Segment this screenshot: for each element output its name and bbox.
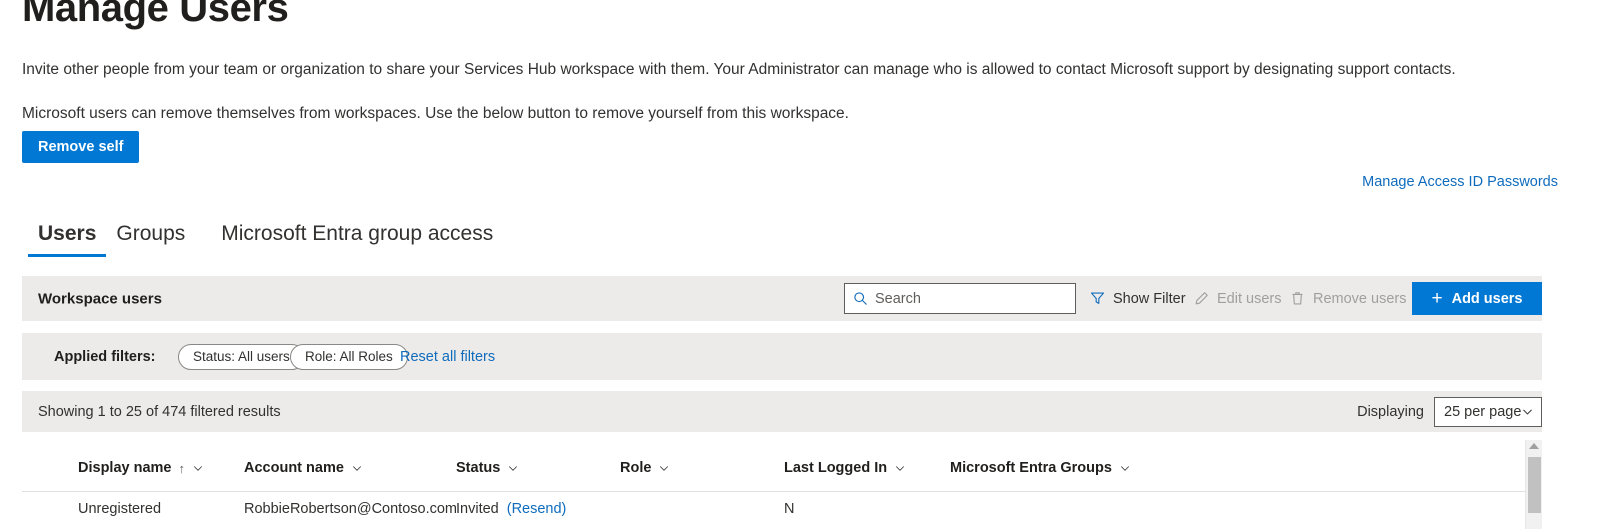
cell-display-name: Unregistered (78, 501, 162, 517)
plus-icon: + (1431, 288, 1443, 309)
column-header-status[interactable]: Status (456, 460, 519, 476)
manage-users-page: Manage Users Invite other people from yo… (0, 0, 1622, 529)
column-header-display-name-label: Display name (78, 460, 172, 476)
paging-bar: Showing 1 to 25 of 474 filtered results … (22, 391, 1542, 432)
remove-users-button: Remove users (1290, 291, 1406, 307)
cell-account-name: RobbieRobertson@Contoso.com (244, 501, 457, 517)
chevron-down-icon (1119, 462, 1131, 474)
add-users-button[interactable]: + Add users (1412, 282, 1542, 315)
page-title: Manage Users (22, 0, 289, 30)
intro-paragraph-2: Microsoft users can remove themselves fr… (22, 105, 849, 122)
remove-users-label: Remove users (1313, 290, 1407, 307)
chevron-down-icon (658, 462, 670, 474)
trash-icon (1290, 291, 1305, 306)
table-vertical-scrollbar[interactable] (1525, 440, 1542, 529)
remove-self-button[interactable]: Remove self (22, 131, 140, 163)
column-header-role[interactable]: Role (620, 460, 670, 476)
show-filter-button[interactable]: Show Filter (1090, 291, 1186, 307)
pencil-icon (1194, 291, 1209, 306)
column-header-last-logged-in[interactable]: Last Logged In (784, 460, 906, 476)
column-header-display-name[interactable]: Display name ↑ (78, 460, 204, 476)
status-badge: Invited (456, 501, 499, 517)
column-header-microsoft-entra-groups-label: Microsoft Entra Groups (950, 460, 1112, 476)
edit-users-button: Edit users (1194, 291, 1281, 307)
showing-results-text: Showing 1 to 25 of 474 filtered results (38, 403, 281, 420)
applied-filters-bar: Applied filters: Status: All users Role:… (22, 333, 1542, 380)
users-table: Display name ↑ Account name Status Role (22, 440, 1542, 529)
chevron-down-icon (507, 462, 519, 474)
scroll-up-arrow-icon[interactable] (1529, 443, 1539, 449)
search-input[interactable] (875, 290, 1067, 307)
column-header-microsoft-entra-groups[interactable]: Microsoft Entra Groups (950, 460, 1131, 476)
workspace-users-title: Workspace users (38, 290, 162, 307)
tab-groups[interactable]: Groups (106, 222, 195, 257)
manage-access-id-passwords-link[interactable]: Manage Access ID Passwords (1362, 174, 1558, 190)
column-header-role-label: Role (620, 460, 652, 476)
cell-status: Invited (Resend) (456, 501, 566, 517)
table-row[interactable]: Unregistered RobbieRobertson@Contoso.com… (22, 492, 1542, 529)
filter-icon (1090, 291, 1105, 306)
table-header-row: Display name ↑ Account name Status Role (22, 440, 1542, 492)
add-users-label: Add users (1451, 290, 1523, 307)
search-box[interactable] (844, 283, 1076, 314)
filter-chip-status[interactable]: Status: All users (178, 343, 305, 370)
applied-filters-label: Applied filters: (54, 348, 156, 365)
column-header-last-logged-in-label: Last Logged In (784, 460, 888, 476)
tab-microsoft-entra-group-access[interactable]: Microsoft Entra group access (211, 222, 503, 257)
resend-invite-link[interactable]: (Resend) (507, 501, 567, 517)
per-page-value: 25 per page (1444, 403, 1522, 420)
chevron-down-icon (1521, 405, 1534, 418)
filter-chip-role[interactable]: Role: All Roles (290, 343, 408, 370)
chevron-down-icon (351, 462, 363, 474)
sort-ascending-icon: ↑ (178, 460, 186, 476)
column-header-account-name[interactable]: Account name (244, 460, 363, 476)
column-header-status-label: Status (456, 460, 501, 476)
search-icon (853, 291, 868, 306)
commands-toolbar: Workspace users Show Filter (22, 276, 1542, 321)
displaying-control: Displaying 25 per page (1357, 396, 1542, 427)
reset-all-filters-link[interactable]: Reset all filters (400, 349, 495, 365)
tab-bar: Users Groups Microsoft Entra group acces… (28, 222, 503, 258)
cell-last-logged-in: N (784, 501, 795, 517)
displaying-label: Displaying (1357, 403, 1424, 420)
column-header-account-name-label: Account name (244, 460, 344, 476)
edit-users-label: Edit users (1217, 290, 1282, 307)
scrollbar-thumb[interactable] (1528, 457, 1541, 513)
show-filter-label: Show Filter (1113, 290, 1186, 307)
chevron-down-icon (894, 462, 906, 474)
chevron-down-icon (192, 462, 204, 474)
tab-users[interactable]: Users (28, 222, 107, 258)
per-page-select[interactable]: 25 per page (1434, 396, 1542, 427)
intro-paragraph-1: Invite other people from your team or or… (22, 61, 1456, 78)
